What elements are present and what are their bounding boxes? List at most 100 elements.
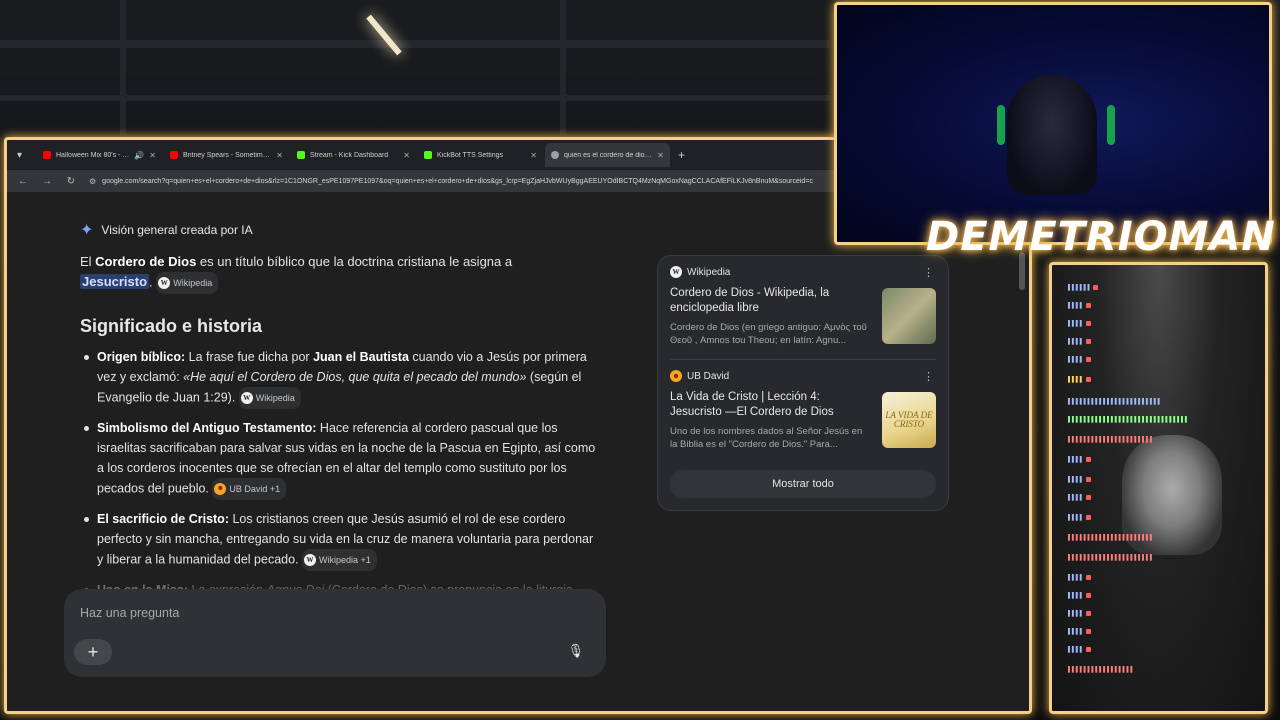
audio-icon[interactable]: 🔊 — [134, 151, 144, 160]
source-chip[interactable]: W Wikipedia — [238, 387, 301, 409]
tab-0[interactable]: Halloween Mix 80's - YouTu 🔊 ✕ — [37, 143, 162, 167]
source-site: W Wikipedia — [670, 266, 936, 278]
back-icon[interactable]: ← — [17, 176, 29, 187]
chat-message: ▌▌▌▌▌▌▌▌▌▌▌▌▌▌▌▌▌▌▌▌▌▌ — [1068, 555, 1154, 561]
chat-message: ▌▌▌▌ — [1068, 515, 1091, 521]
kick-icon — [424, 151, 432, 159]
source-snippet: Uno de los nombres dados al Señor Jesús … — [670, 426, 863, 450]
source-thumbnail: LA VIDA DE CRISTO — [882, 392, 936, 448]
more-options-icon[interactable]: ⋮ — [923, 266, 934, 279]
wikipedia-icon: W — [670, 266, 682, 278]
chat-message: ▌▌▌▌ — [1068, 575, 1091, 581]
ai-overview-title: Visión general creada por IA — [101, 223, 253, 237]
streamer-silhouette — [1007, 75, 1097, 195]
add-icon[interactable]: + — [74, 639, 112, 665]
chat-message: ▌▌▌▌ — [1068, 457, 1091, 463]
chat-message: ▌▌▌▌ — [1068, 377, 1091, 383]
source-card[interactable]: ☻ UB David ⋮ La Vida de Cristo | Lección… — [670, 370, 936, 464]
bullet-quote: «He aquí el Cordero de Dios, que quita e… — [183, 370, 527, 384]
chat-message: ▌▌▌▌ — [1068, 647, 1091, 653]
source-site: ☻ UB David — [670, 370, 936, 382]
chat-message: ▌▌▌▌ — [1068, 339, 1091, 345]
tab-1[interactable]: Britney Spears - Sometimes (C ✕ — [164, 143, 289, 167]
intro-bold: Cordero de Dios — [95, 254, 197, 269]
chat-message: ▌▌▌▌ — [1068, 611, 1091, 617]
ask-placeholder: Haz una pregunta — [80, 606, 180, 620]
source-card[interactable]: W Wikipedia ⋮ Cordero de Dios - Wikipedi… — [670, 266, 936, 360]
chat-message: ▌▌▌▌▌▌▌▌▌▌▌▌▌▌▌▌▌▌▌▌▌▌▌▌ — [1068, 399, 1162, 405]
wikipedia-icon: W — [240, 392, 253, 404]
chip-label: Wikipedia — [173, 278, 213, 288]
bullet-label: El sacrificio de Cristo: — [97, 512, 229, 526]
ask-input[interactable]: Haz una pregunta + 🎙 — [64, 589, 606, 677]
wikipedia-icon: W — [158, 277, 171, 289]
show-all-button[interactable]: Mostrar todo — [670, 470, 936, 498]
chat-overlay: ▌▌▌▌▌▌ ▌▌▌▌ ▌▌▌▌ ▌▌▌▌ ▌▌▌▌ ▌▌▌▌ ▌▌▌▌▌▌▌▌… — [1049, 262, 1268, 714]
headset-icon — [997, 105, 1005, 145]
source-title[interactable]: La Vida de Cristo | Lección 4: Jesucrist… — [670, 390, 870, 420]
sources-panel: W Wikipedia ⋮ Cordero de Dios - Wikipedi… — [657, 255, 949, 511]
streamer-name: DEMETRIOMAN — [926, 214, 1276, 260]
youtube-icon — [43, 151, 51, 159]
chat-message: ▌▌▌▌▌▌▌▌▌▌▌▌▌▌▌▌▌▌▌▌▌▌▌▌▌▌▌▌▌▌▌ — [1068, 417, 1189, 423]
ceiling-beam — [120, 0, 126, 135]
section-title: Significado e historia — [80, 316, 263, 336]
close-icon[interactable]: ✕ — [530, 151, 537, 160]
address-text: google.com/search?q=quien+es+el+cordero+… — [102, 177, 813, 185]
chip-label: UB David +1 — [229, 484, 281, 494]
chat-message: ▌▌▌▌ — [1068, 629, 1091, 635]
source-chip[interactable]: ☻ UB David +1 — [212, 478, 287, 500]
kick-icon — [297, 151, 305, 159]
bullet-text: La frase fue dicha por — [185, 350, 314, 364]
tab-2[interactable]: Stream - Kick Dashboard ✕ — [291, 143, 416, 167]
close-icon[interactable]: ✕ — [403, 151, 410, 160]
chat-message: ▌▌▌▌▌▌▌▌▌▌▌▌▌▌▌▌▌ — [1068, 667, 1135, 673]
more-options-icon[interactable]: ⋮ — [923, 370, 934, 383]
site-info-icon[interactable]: ⚙ — [89, 177, 96, 186]
new-tab-icon[interactable]: + — [672, 148, 691, 162]
youtube-icon — [170, 151, 178, 159]
ub-david-icon: ☻ — [214, 483, 227, 495]
ai-bullet-list: Origen bíblico: La frase fue dicha por J… — [80, 347, 600, 609]
chat-message: ▌▌▌▌ — [1068, 593, 1091, 599]
tab-4[interactable]: quien es el cordero de dios - G ✕ — [545, 143, 670, 167]
chat-message: ▌▌▌▌▌▌▌▌▌▌▌▌▌▌▌▌▌▌▌▌▌▌ — [1068, 535, 1154, 541]
ceiling-light — [366, 14, 402, 56]
tab-title: Britney Spears - Sometimes (C — [183, 151, 272, 159]
source-thumbnail — [882, 288, 936, 344]
intro-text: es un título bíblico que la doctrina cri… — [196, 254, 513, 269]
chat-message: ▌▌▌▌ — [1068, 477, 1091, 483]
ai-intro: El Cordero de Dios es un título bíblico … — [80, 252, 520, 294]
ceiling-beam — [560, 0, 566, 135]
intro-text: . — [149, 274, 153, 290]
source-site-name: UB David — [687, 370, 730, 382]
chat-message: ▌▌▌▌▌▌ — [1068, 285, 1099, 291]
reload-icon[interactable]: ↻ — [65, 176, 77, 187]
close-icon[interactable]: ✕ — [276, 151, 283, 160]
forward-icon[interactable]: → — [41, 176, 53, 187]
thumbnail-text: LA VIDA DE CRISTO — [885, 410, 933, 429]
tab-3[interactable]: KickBot TTS Settings ✕ — [418, 143, 543, 167]
chip-label: Wikipedia — [255, 393, 295, 403]
list-item: El sacrificio de Cristo: Los cristianos … — [80, 509, 600, 571]
chat-message: ▌▌▌▌ — [1068, 357, 1091, 363]
highlighted-term[interactable]: Jesucristo — [80, 274, 150, 290]
close-icon[interactable]: ✕ — [657, 151, 664, 160]
webcam-overlay — [834, 2, 1272, 245]
source-title[interactable]: Cordero de Dios - Wikipedia, la enciclop… — [670, 286, 870, 316]
bullet-bold: Juan el Bautista — [313, 350, 409, 364]
close-icon[interactable]: ✕ — [149, 151, 156, 160]
tab-search-icon[interactable]: ▾ — [17, 150, 35, 161]
wikipedia-icon: W — [304, 554, 317, 566]
search-results-page: ✦ Visión general creada por IA El Corder… — [7, 192, 1029, 711]
chat-message: ▌▌▌▌ — [1068, 495, 1091, 501]
microphone-icon[interactable]: 🎙 — [567, 643, 584, 659]
chip-label: Wikipedia +1 — [319, 555, 371, 565]
source-site-name: Wikipedia — [687, 266, 731, 278]
tab-title: quien es el cordero de dios - G — [564, 151, 653, 159]
source-chip[interactable]: W Wikipedia +1 — [302, 549, 377, 571]
sparkle-icon: ✦ — [80, 222, 94, 239]
intro-text: El — [80, 254, 96, 269]
source-snippet: Cordero de Dios (en griego antiguo: Αμνὸ… — [670, 322, 867, 346]
source-chip[interactable]: W Wikipedia — [156, 272, 219, 294]
